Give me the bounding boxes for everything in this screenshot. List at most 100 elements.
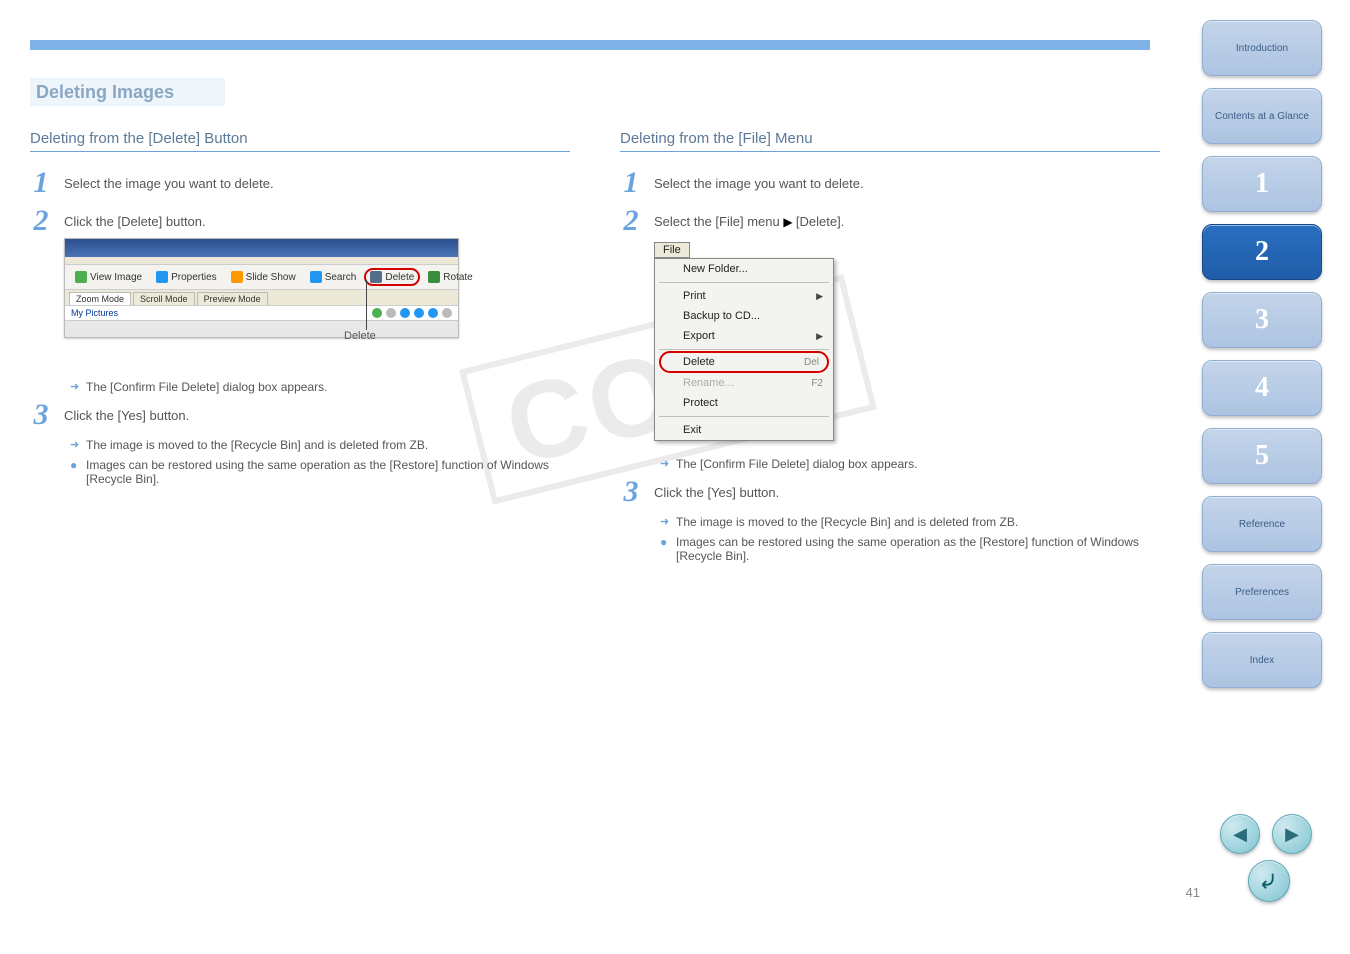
step-number: 1 xyxy=(30,166,52,200)
callout-label: Delete xyxy=(344,330,376,342)
side-nav: Introduction Contents at a Glance 1 2 3 … xyxy=(1202,20,1322,688)
nav-pager: ◀ ▶ xyxy=(1220,814,1312,854)
right-section-title: Deleting from the [File] Menu xyxy=(620,130,1160,152)
path-icons xyxy=(372,308,452,318)
menu-separator xyxy=(659,349,829,350)
slideshow-icon xyxy=(231,271,243,283)
menu-export[interactable]: Export ▶ xyxy=(655,326,833,346)
step-3-right: 3 Click the [Yes] button. xyxy=(620,475,1160,509)
menu-backup[interactable]: Backup to CD... xyxy=(655,306,833,326)
note-text: Images can be restored using the same op… xyxy=(86,458,570,486)
step-text: Click the [Yes] button. xyxy=(64,398,570,423)
tabs-row: Zoom Mode Scroll Mode Preview Mode xyxy=(65,290,458,306)
info-icon[interactable] xyxy=(428,308,438,318)
slideshow-button[interactable]: Slide Show xyxy=(225,268,302,286)
next-page-button[interactable]: ▶ xyxy=(1272,814,1312,854)
btn-label: Slide Show xyxy=(246,272,296,283)
nav-num: 2 xyxy=(1255,236,1269,268)
page-number: 41 xyxy=(1186,885,1200,900)
back-icon[interactable] xyxy=(372,308,382,318)
nav-label: Contents at a Glance xyxy=(1215,111,1309,122)
window-menubar xyxy=(65,257,458,265)
menu-rename: Rename...F2 xyxy=(655,373,833,393)
nav-num: 1 xyxy=(1255,168,1269,200)
triangle-icon: ▶ xyxy=(783,215,796,229)
nav-preferences[interactable]: Preferences xyxy=(1202,564,1322,620)
properties-button[interactable]: Properties xyxy=(150,268,223,286)
submenu-arrow-icon: ▶ xyxy=(816,331,823,342)
view-image-button[interactable]: View Image xyxy=(69,268,148,286)
nav-reference[interactable]: Reference xyxy=(1202,496,1322,552)
step-number: 3 xyxy=(620,475,642,509)
left-section-title: Deleting from the [Delete] Button xyxy=(30,130,570,152)
btn-label: Rotate xyxy=(443,272,472,283)
toolbar-screenshot: View Image Properties Slide Show Search … xyxy=(64,238,459,338)
step-text: Click the [Delete] button. xyxy=(64,204,570,229)
nav-label: Reference xyxy=(1239,519,1285,530)
nav-index[interactable]: Index xyxy=(1202,632,1322,688)
menu-exit[interactable]: Exit xyxy=(655,420,833,440)
trash-icon xyxy=(370,271,382,283)
nav-num: 5 xyxy=(1255,440,1269,472)
result-line: ➜The [Confirm File Delete] dialog box ap… xyxy=(70,380,570,394)
step-text: Select the [File] menu ▶ [Delete]. xyxy=(654,204,1160,229)
menu-separator xyxy=(659,282,829,283)
result-text: The image is moved to the [Recycle Bin] … xyxy=(676,515,1160,529)
nav-contents[interactable]: Contents at a Glance xyxy=(1202,88,1322,144)
file-menu-button[interactable]: File xyxy=(654,242,690,258)
mi-label: Backup to CD... xyxy=(683,310,760,322)
mi-label: Export xyxy=(683,330,715,342)
file-menu-screenshot: File New Folder... Print▶ Backup to CD..… xyxy=(654,242,1160,441)
nav-num: 4 xyxy=(1255,372,1269,404)
page-title: Deleting Images xyxy=(30,78,225,106)
rotate-button[interactable]: Rotate xyxy=(422,268,478,286)
tab-preview[interactable]: Preview Mode xyxy=(197,292,268,305)
view-icon[interactable] xyxy=(414,308,424,318)
nav-chapter-2[interactable]: 2 xyxy=(1202,224,1322,280)
prev-page-button[interactable]: ◀ xyxy=(1220,814,1260,854)
step-3-left: 3 Click the [Yes] button. xyxy=(30,398,570,432)
rotate-icon xyxy=(428,271,440,283)
select-icon[interactable] xyxy=(442,308,452,318)
tab-scroll[interactable]: Scroll Mode xyxy=(133,292,195,305)
image-icon xyxy=(75,271,87,283)
bullet-icon: ● xyxy=(70,458,80,472)
step-text-b: [Delete]. xyxy=(796,214,844,229)
window-titlebar xyxy=(65,239,458,257)
search-button[interactable]: Search xyxy=(304,268,363,286)
up-icon[interactable] xyxy=(400,308,410,318)
btn-label: Properties xyxy=(171,272,217,283)
result-line: ➜ The image is moved to the [Recycle Bin]… xyxy=(660,515,1160,529)
step-2-left: 2 Click the [Delete] button. xyxy=(30,204,570,238)
result-line: ➜The image is moved to the [Recycle Bin]… xyxy=(70,438,570,452)
result-text: The image is moved to the [Recycle Bin] … xyxy=(86,438,570,452)
callout-line xyxy=(366,280,367,330)
nav-introduction[interactable]: Introduction xyxy=(1202,20,1322,76)
fwd-icon[interactable] xyxy=(386,308,396,318)
nav-label: Introduction xyxy=(1236,43,1288,54)
menu-protect[interactable]: Protect xyxy=(655,393,833,413)
delete-button[interactable]: Delete xyxy=(364,268,420,286)
nav-chapter-5[interactable]: 5 xyxy=(1202,428,1322,484)
nav-chapter-3[interactable]: 3 xyxy=(1202,292,1322,348)
mi-label: Exit xyxy=(683,424,701,436)
mi-label: New Folder... xyxy=(683,263,748,275)
top-accent-bar xyxy=(30,40,1150,50)
nav-chapter-1[interactable]: 1 xyxy=(1202,156,1322,212)
tab-zoom[interactable]: Zoom Mode xyxy=(69,292,131,305)
step-number: 2 xyxy=(30,204,52,238)
nav-chapter-4[interactable]: 4 xyxy=(1202,360,1322,416)
path-row: My Pictures xyxy=(65,306,458,321)
right-column: Deleting from the [File] Menu 1 Select t… xyxy=(620,130,1160,565)
properties-icon xyxy=(156,271,168,283)
menu-delete[interactable]: DeleteDel xyxy=(661,353,827,371)
submenu-arrow-icon: ▶ xyxy=(816,291,823,302)
menu-print[interactable]: Print▶ xyxy=(655,286,833,306)
mi-label: Rename... xyxy=(683,377,734,389)
note-text: Images can be restored using the same op… xyxy=(676,535,1160,563)
arrow-icon: ➜ xyxy=(660,515,670,528)
return-button[interactable] xyxy=(1248,860,1290,902)
menu-separator xyxy=(659,416,829,417)
result-text: The [Confirm File Delete] dialog box app… xyxy=(86,380,570,394)
menu-new-folder[interactable]: New Folder... xyxy=(655,259,833,279)
